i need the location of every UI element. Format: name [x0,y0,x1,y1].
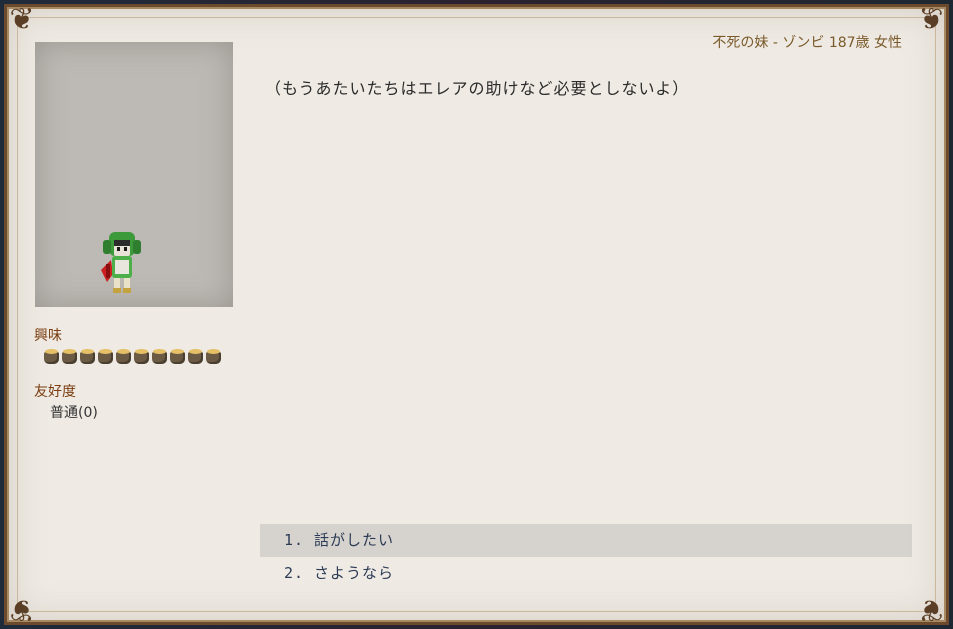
character-title: 不死の妹 - ゾンビ 187歳 女性 [712,35,902,51]
interest-pot-icon [115,348,132,365]
affinity-label: 友好度 [34,384,76,400]
ornament-corner-icon: ❦ [918,592,944,627]
ornament-corner-icon: ❦ [9,592,35,627]
choice-goodbye[interactable]: 2. さようなら [260,557,912,590]
interest-label: 興味 [34,328,62,344]
interest-pot-icon [187,348,204,365]
ornament-corner-icon: ❦ [9,2,35,37]
choice-number: 2. [284,564,305,582]
interest-pot-icon [79,348,96,365]
choice-label: 話がしたい [314,531,395,549]
character-portrait [35,42,233,307]
zombie-girl-sprite [101,232,141,293]
dialog-text: （もうあたいたちはエレアの助けなど必要としないよ） [265,79,690,98]
interest-pot-icon [151,348,168,365]
interest-pot-icon [97,348,114,365]
interest-pot-icon [43,348,60,365]
interest-meter [43,348,222,366]
dialog-window: ❦ ❦ ❦ ❦ 不死の妹 - ゾンビ 187歳 女性 興味 友好度 普通(0) … [4,2,949,627]
choice-list: 1. 話がしたい 2. さようなら [260,524,912,590]
choice-number: 1. [284,531,305,549]
interest-pot-icon [133,348,150,365]
choice-label: さようなら [314,564,395,582]
choice-talk[interactable]: 1. 話がしたい [260,524,912,557]
ornament-corner-icon: ❦ [918,2,944,37]
affinity-value: 普通(0) [50,405,98,421]
interest-pot-icon [61,348,78,365]
interest-pot-icon [205,348,222,365]
interest-pot-icon [169,348,186,365]
